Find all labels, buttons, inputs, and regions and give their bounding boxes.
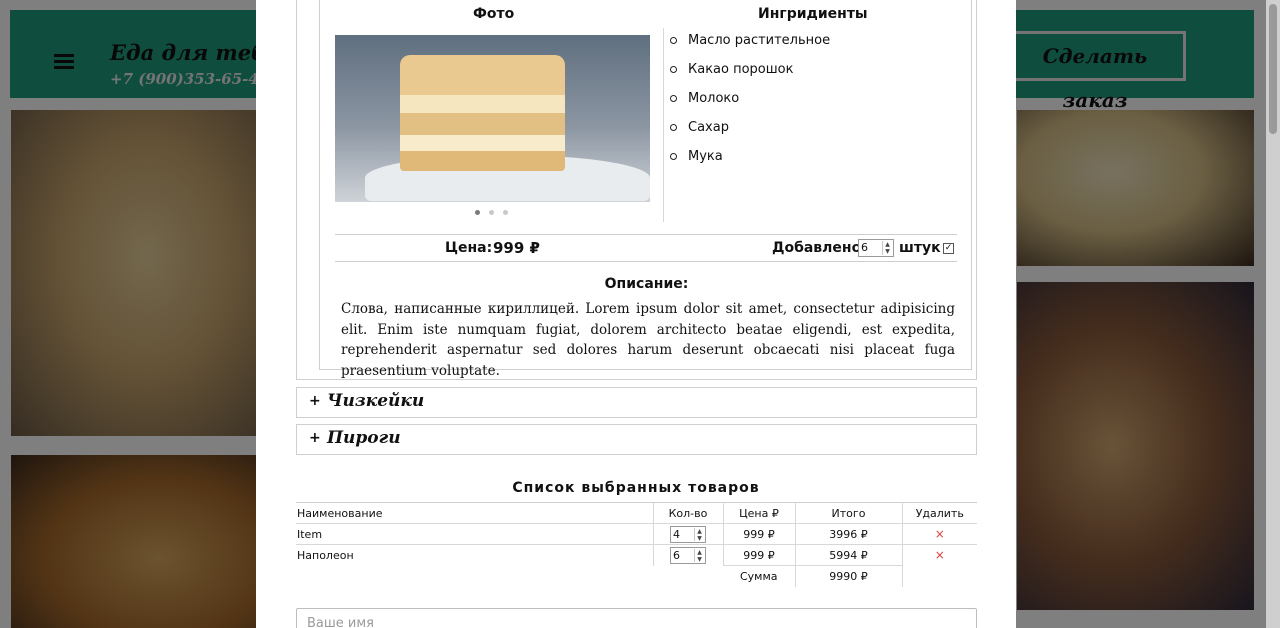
- item-name: Item: [296, 523, 653, 545]
- item-name: Наполеон: [296, 544, 653, 566]
- carousel-dots: [475, 210, 515, 218]
- expand-plus-icon: +: [309, 393, 321, 409]
- spinner-arrows-icon[interactable]: ▲ ▼: [694, 527, 704, 542]
- quantity-stepper[interactable]: 6 ▲ ▼: [670, 546, 706, 564]
- quantity-stepper[interactable]: 4 ▲ ▼: [670, 525, 706, 543]
- column-header: Итого: [794, 502, 903, 524]
- item-total: 5994 ₽: [794, 544, 903, 566]
- sum-label: Сумма: [723, 565, 795, 587]
- table-header-row: Наименование Кол-во Цена ₽ Итого Удалить: [296, 502, 977, 524]
- product-photo-carousel[interactable]: [335, 35, 650, 202]
- item-price: 999 ₽: [723, 523, 795, 545]
- accordion-cheesecakes[interactable]: + Чизкейки: [296, 387, 977, 418]
- table-row: Item 4 ▲ ▼ 999 ₽ 3996 ₽ ×: [296, 523, 977, 545]
- scrollbar-thumb[interactable]: [1269, 4, 1277, 134]
- unit-label: штук: [899, 240, 941, 256]
- carousel-dot[interactable]: [475, 210, 480, 215]
- price-label: Цена:: [445, 240, 493, 256]
- ingredient-item: Молоко: [668, 89, 830, 118]
- added-quantity-stepper[interactable]: 6 ▲ ▼: [858, 239, 894, 257]
- description-title: Описание:: [604, 276, 689, 292]
- cart-title: Список выбранных товаров: [512, 480, 760, 496]
- sum-row: Сумма 9990 ₽: [296, 565, 977, 587]
- delete-icon[interactable]: ×: [935, 548, 945, 562]
- ingredient-item: Масло растительное: [668, 31, 830, 60]
- spinner-arrows-icon[interactable]: ▲ ▼: [882, 241, 892, 255]
- column-header: Наименование: [296, 502, 653, 524]
- column-divider: [663, 28, 664, 222]
- product-card: Фото Ингридиенты Масло растительное Кака…: [319, 0, 972, 379]
- table-row: Наполеон 6 ▲ ▼ 999 ₽ 5994 ₽ ×: [296, 544, 977, 566]
- item-price: 999 ₽: [723, 544, 795, 566]
- carousel-dot[interactable]: [489, 210, 494, 215]
- column-header: Цена ₽: [723, 502, 795, 524]
- ingredient-item: Мука: [668, 147, 830, 176]
- sum-value: 9990 ₽: [794, 565, 903, 587]
- name-input[interactable]: [296, 608, 977, 628]
- order-modal: Фото Ингридиенты Масло растительное Кака…: [256, 0, 1016, 628]
- item-total: 3996 ₽: [794, 523, 903, 545]
- description-text: Слова, написанные кириллицей. Lorem ipsu…: [341, 301, 955, 379]
- ingredients-list: Масло растительное Какао порошок Молоко …: [668, 31, 830, 176]
- delete-icon[interactable]: ×: [935, 527, 945, 541]
- expand-plus-icon: +: [309, 430, 321, 446]
- ingredients-header: Ингридиенты: [758, 6, 868, 22]
- quantity-value: 6: [673, 548, 680, 562]
- column-header: Удалить: [902, 502, 977, 524]
- page-scrollbar[interactable]: [1266, 0, 1280, 628]
- added-checkbox[interactable]: ✓: [943, 243, 954, 254]
- accordion-title: Пироги: [327, 428, 401, 448]
- accordion-title: Чизкейки: [327, 391, 425, 411]
- spinner-arrows-icon[interactable]: ▲ ▼: [694, 548, 704, 563]
- cart-table: Наименование Кол-во Цена ₽ Итого Удалить…: [296, 502, 977, 587]
- ingredient-item: Сахар: [668, 118, 830, 147]
- added-label: Добавлено:: [772, 240, 867, 256]
- price-row: Цена: 999 ₽ Добавлено: 6 ▲ ▼ штук ✓: [335, 234, 957, 262]
- price-value: 999 ₽: [493, 239, 540, 257]
- ingredient-item: Какао порошок: [668, 60, 830, 89]
- quantity-value: 4: [673, 527, 680, 541]
- column-header: Кол-во: [652, 502, 724, 524]
- accordion-pies[interactable]: + Пироги: [296, 424, 977, 455]
- carousel-dot[interactable]: [503, 210, 508, 215]
- photo-header: Фото: [473, 6, 515, 22]
- added-quantity-value: 6: [861, 241, 868, 254]
